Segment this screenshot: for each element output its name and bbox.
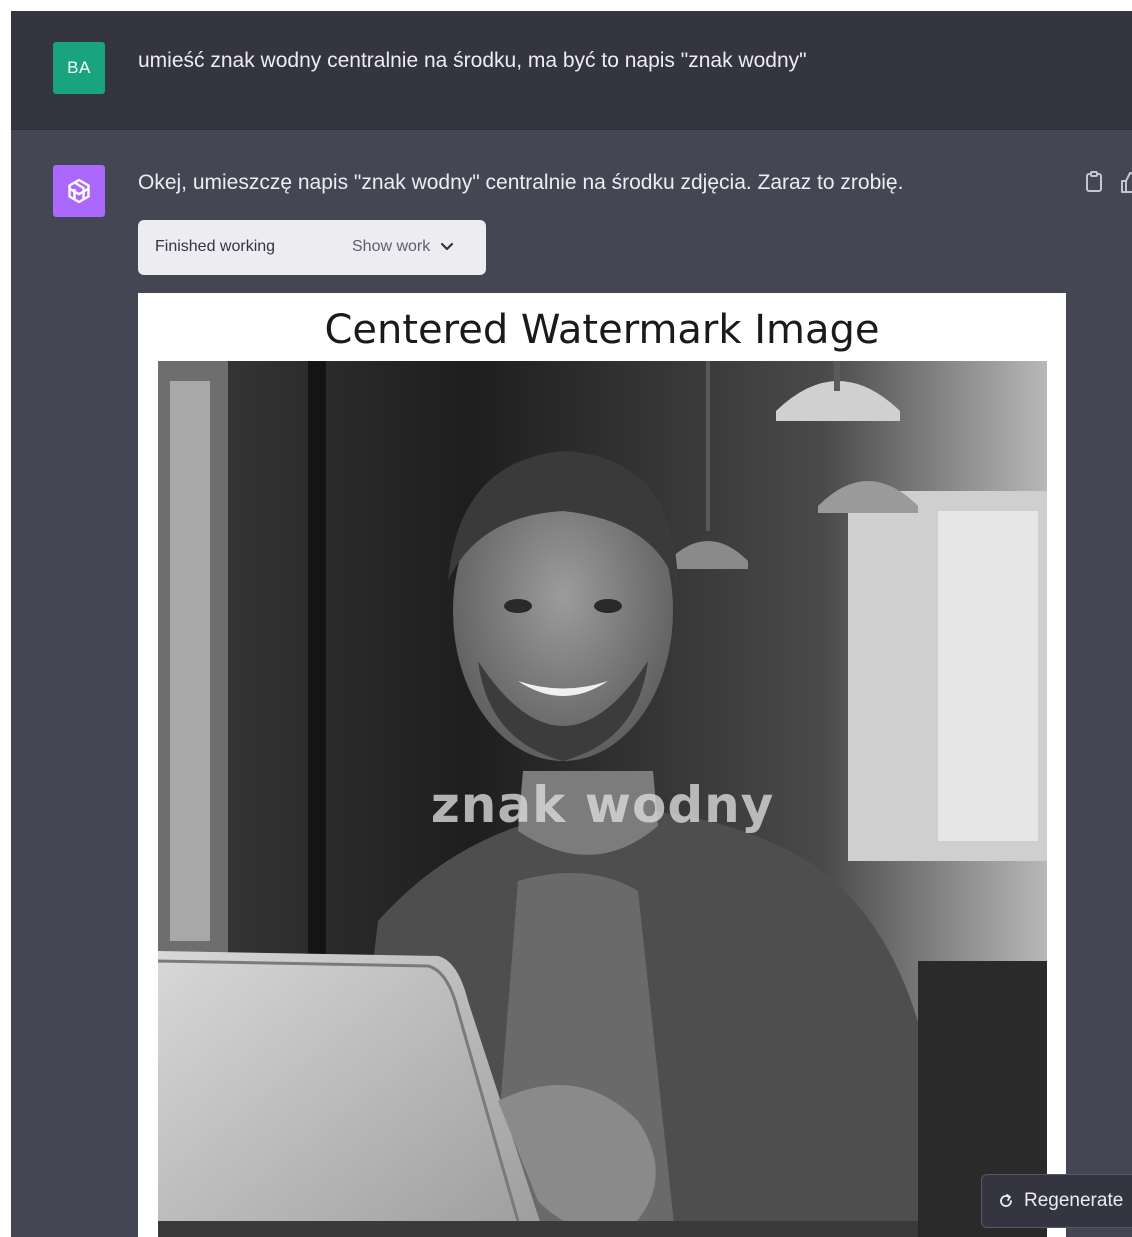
result-figure: Centered Watermark Image znak wodny (138, 293, 1066, 1237)
refresh-icon (1000, 1194, 1012, 1207)
user-avatar: BA (53, 42, 105, 94)
show-work-label: Show work (352, 238, 431, 255)
chat-window: BA umieść znak wodny centralnie na środk… (11, 11, 1132, 1237)
chevron-down-icon (441, 242, 454, 251)
watermarked-photo: znak wodny (158, 361, 1047, 1237)
regenerate-label: Regenerate (1024, 1190, 1124, 1211)
clipboard-icon (1086, 171, 1102, 192)
copy-button[interactable] (1083, 169, 1105, 195)
work-status-label: Finished working (155, 238, 276, 255)
work-status-panel: Finished working Show work (138, 220, 486, 275)
openai-logo-icon (68, 178, 90, 204)
regenerate-button[interactable]: Regenerate (981, 1174, 1132, 1228)
show-work-button[interactable]: Show work (352, 238, 454, 256)
assistant-message-text: Okej, umieszczę napis "znak wodny" centr… (138, 171, 904, 194)
thumbs-up-button[interactable] (1119, 169, 1132, 195)
user-message-text: umieść znak wodny centralnie na środku, … (138, 49, 807, 72)
figure-title: Centered Watermark Image (324, 307, 880, 353)
user-message-row: BA umieść znak wodny centralnie na środk… (11, 11, 1132, 130)
user-initials: BA (67, 58, 91, 77)
thumbs-up-icon (1121, 172, 1132, 193)
watermark-text: znak wodny (430, 776, 775, 834)
assistant-avatar (53, 165, 105, 217)
